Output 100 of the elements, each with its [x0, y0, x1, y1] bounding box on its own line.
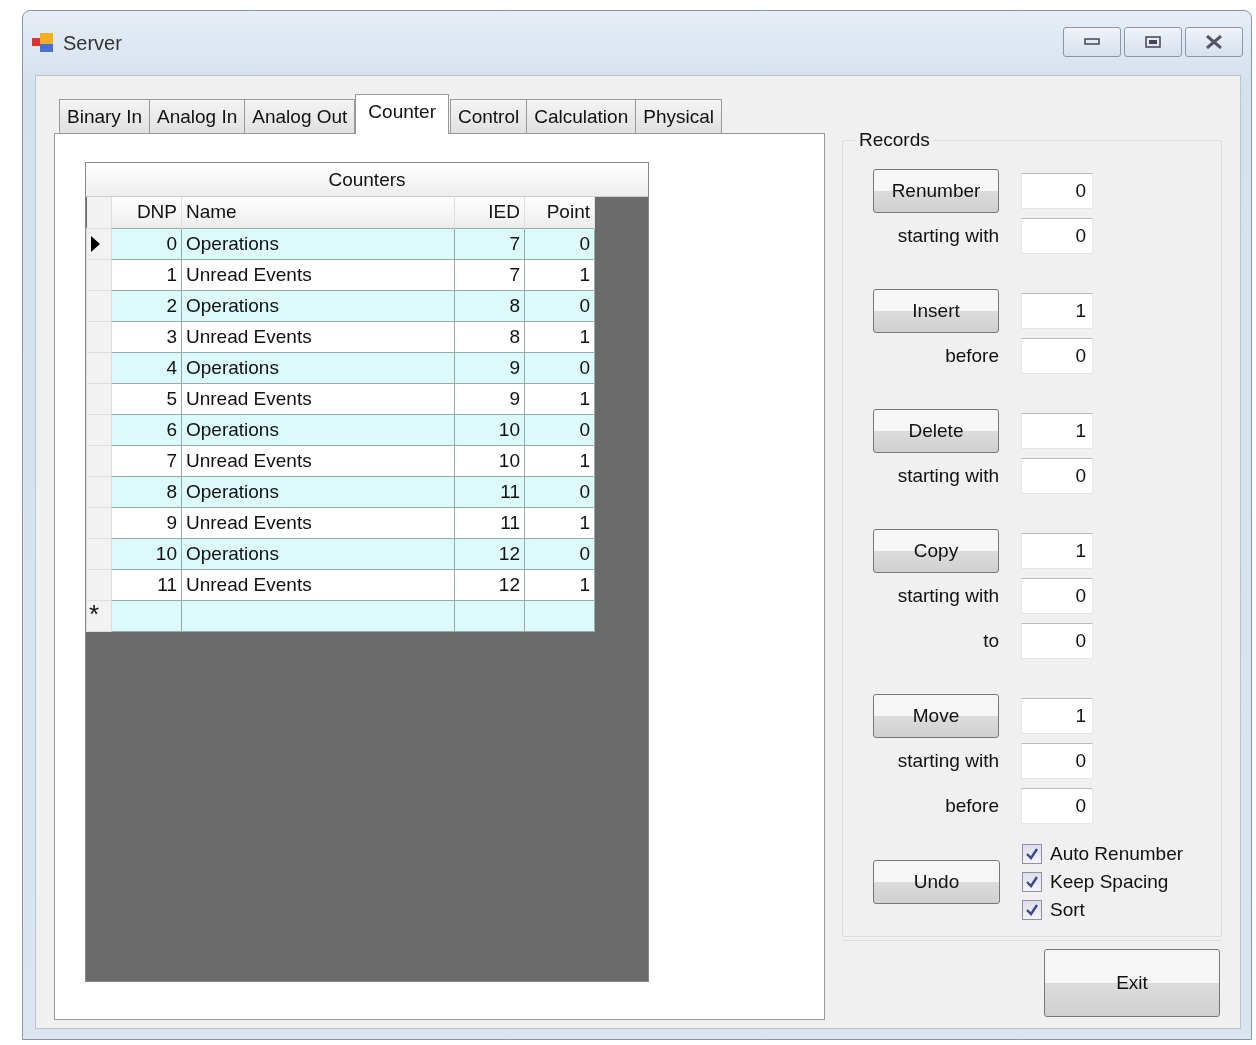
minimize-button[interactable]: [1063, 27, 1121, 57]
tab[interactable]: Binary In: [59, 99, 150, 133]
action-button[interactable]: Copy: [873, 529, 999, 573]
table-cell: 3: [111, 321, 182, 352]
column-header[interactable]: DNP: [111, 197, 182, 228]
undo-button[interactable]: Undo: [873, 860, 1000, 904]
table-cell: 0: [524, 228, 595, 259]
column-header[interactable]: Name: [181, 197, 455, 228]
table-cell: Unread Events: [181, 507, 455, 538]
check-icon: [1026, 876, 1038, 888]
table-cell: 1: [111, 259, 182, 290]
table-cell: 7: [111, 445, 182, 476]
action-button[interactable]: Insert: [873, 289, 999, 333]
checkbox-label: Sort: [1050, 899, 1085, 921]
number-field[interactable]: 0: [1021, 338, 1093, 374]
row-header[interactable]: [86, 228, 112, 259]
number-field[interactable]: 0: [1021, 623, 1093, 659]
number-field[interactable]: 0: [1021, 173, 1093, 209]
table-cell: 7: [454, 228, 525, 259]
number-field[interactable]: 1: [1021, 293, 1093, 329]
app-icon: [31, 32, 55, 54]
number-field[interactable]: 1: [1021, 698, 1093, 734]
table-cell: 9: [454, 352, 525, 383]
minimize-icon: [1084, 38, 1100, 46]
table-cell: Operations: [181, 290, 455, 321]
number-field[interactable]: 0: [1021, 578, 1093, 614]
table-cell: 1: [524, 445, 595, 476]
action-button[interactable]: Move: [873, 694, 999, 738]
column-header[interactable]: IED: [454, 197, 525, 228]
table-cell: Unread Events: [181, 321, 455, 352]
table-cell: 9: [454, 383, 525, 414]
field-label: starting with: [897, 465, 999, 487]
table-cell: Unread Events: [181, 259, 455, 290]
close-icon: [1205, 35, 1223, 49]
table-cell: Operations: [181, 414, 455, 445]
number-field[interactable]: 0: [1021, 743, 1093, 779]
maximize-icon: [1145, 36, 1161, 48]
field-label: before: [945, 795, 999, 817]
checkbox[interactable]: [1022, 872, 1042, 892]
table-cell: 0: [111, 228, 182, 259]
table-cell: 0: [524, 476, 595, 507]
table-cell: Unread Events: [181, 569, 455, 600]
column-header[interactable]: Point: [524, 197, 595, 228]
tab[interactable]: Physical: [635, 99, 722, 133]
table-cell: 11: [111, 569, 182, 600]
checkbox[interactable]: [1022, 844, 1042, 864]
grid-title: Counters: [86, 163, 648, 197]
table-cell: 8: [454, 321, 525, 352]
checkbox-label: Keep Spacing: [1050, 871, 1169, 893]
table-cell: 1: [524, 321, 595, 352]
check-icon: [1026, 848, 1038, 860]
table-cell: 7: [454, 259, 525, 290]
exit-button[interactable]: Exit: [1044, 949, 1220, 1017]
field-label: starting with: [897, 585, 999, 607]
table-cell: 0: [524, 290, 595, 321]
table-cell: 11: [454, 507, 525, 538]
table-cell: 11: [454, 476, 525, 507]
action-button[interactable]: Delete: [873, 409, 999, 453]
tab[interactable]: Counter: [355, 94, 449, 134]
checkbox-label: Auto Renumber: [1050, 843, 1184, 865]
window-title: Server: [63, 31, 122, 55]
table-cell: Operations: [181, 538, 455, 569]
table-cell: 8: [111, 476, 182, 507]
table-cell: 1: [524, 259, 595, 290]
table-cell: 0: [524, 352, 595, 383]
field-label: starting with: [897, 225, 999, 247]
close-button[interactable]: [1185, 27, 1243, 57]
table-cell: Operations: [181, 352, 455, 383]
table-cell: 10: [111, 538, 182, 569]
checkbox[interactable]: [1022, 900, 1042, 920]
number-field[interactable]: 1: [1021, 533, 1093, 569]
table-cell: 1: [524, 383, 595, 414]
table-cell: 4: [111, 352, 182, 383]
number-field[interactable]: 1: [1021, 413, 1093, 449]
new-row-marker: *: [88, 598, 100, 629]
tab[interactable]: Control: [449, 99, 528, 133]
table-cell: 10: [454, 414, 525, 445]
table-cell: 10: [454, 445, 525, 476]
tab[interactable]: Calculation: [526, 99, 637, 133]
table-cell: 2: [111, 290, 182, 321]
table-cell: 9: [111, 507, 182, 538]
table-cell: 6: [111, 414, 182, 445]
tab[interactable]: Analog Out: [244, 99, 356, 133]
number-field[interactable]: 0: [1021, 458, 1093, 494]
action-button[interactable]: Renumber: [873, 169, 999, 213]
table-cell: 1: [524, 569, 595, 600]
check-icon: [1026, 904, 1038, 916]
number-field[interactable]: 0: [1021, 218, 1093, 254]
table-cell: 0: [524, 538, 595, 569]
field-label: before: [945, 345, 999, 367]
table-cell: 0: [524, 414, 595, 445]
table-cell: 1: [524, 507, 595, 538]
number-field[interactable]: 0: [1021, 788, 1093, 824]
row-pointer-icon: [91, 235, 100, 252]
tab[interactable]: Analog In: [149, 99, 246, 133]
table-cell: 12: [454, 538, 525, 569]
table-cell: 5: [111, 383, 182, 414]
maximize-button[interactable]: [1124, 27, 1182, 57]
table-cell: 12: [454, 569, 525, 600]
table-cell: Unread Events: [181, 383, 455, 414]
